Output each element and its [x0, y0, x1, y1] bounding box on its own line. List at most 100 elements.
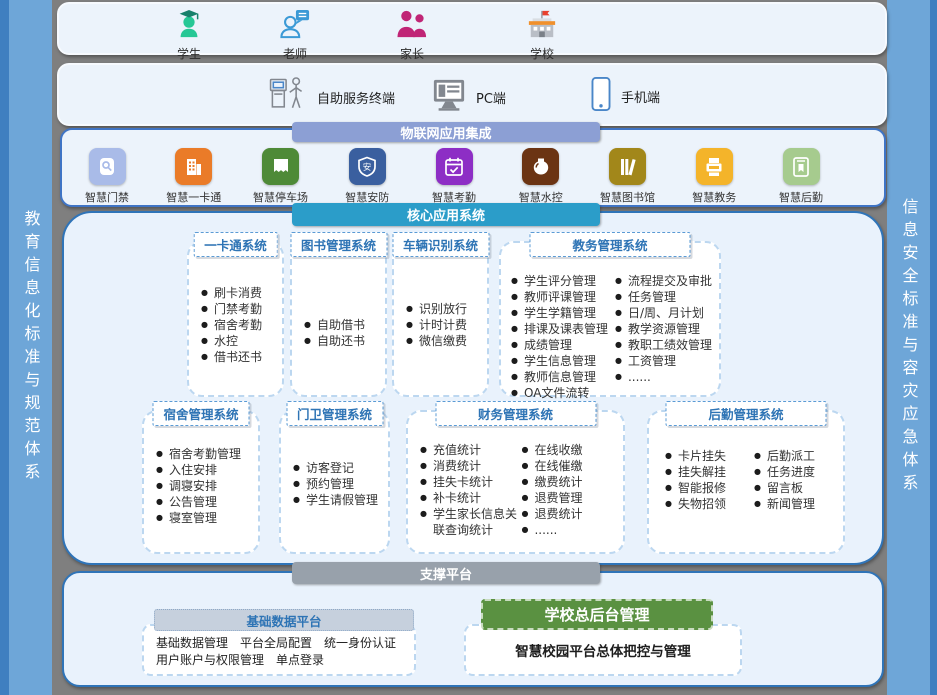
bullet-icon: ●: [522, 522, 529, 538]
smart-campus-architecture-diagram: 教育信息化标准与规范体系 信息安全标准与容灾应急体系 学生 老师 家长: [0, 0, 937, 695]
bullet-icon: ●: [511, 321, 518, 337]
list-item: ●计时计费: [406, 317, 487, 333]
list-item: ●日/周、月计划: [615, 305, 719, 321]
list-item: ● 教师评课管理: [511, 289, 615, 305]
list-item: ●刷卡消费: [201, 285, 282, 301]
parking-icon: [262, 148, 299, 185]
user-role-student: 学生: [174, 9, 204, 62]
student-icon: [174, 9, 204, 43]
left-sidebar-label: 教育信息化标准与规范体系: [19, 210, 43, 486]
bullet-icon: ●: [754, 464, 761, 480]
bullet-icon: ●: [406, 333, 413, 349]
bullet-icon: ●: [511, 289, 518, 305]
system-title: 后勤管理系统: [665, 401, 826, 426]
bullet-icon: ●: [156, 494, 163, 510]
list-item: ●留言板: [754, 480, 843, 496]
list-item-text: 日/周、月计划: [628, 305, 704, 321]
list-item-text: 任务管理: [628, 289, 676, 305]
list-item-text: 留言板: [767, 480, 803, 496]
system-item-list: ●自助借书●自助还书: [292, 243, 385, 349]
list-item-text: 水控: [214, 333, 238, 349]
list-item-text: 充值统计: [433, 442, 481, 458]
bullet-icon: ●: [665, 464, 672, 480]
base-platform-line2: 用户账户与权限管理 单点登录: [156, 652, 410, 669]
list-item-text: ......: [534, 522, 557, 538]
system-box-onecard: 一卡通系统 ●刷卡消费●门禁考勤●宿舍考勤●水控●借书还书: [187, 241, 284, 397]
list-item-text: 寝室管理: [169, 510, 217, 526]
iot-label: 智慧后勤: [779, 189, 823, 205]
list-item: ●缴费统计: [522, 474, 624, 490]
system-item-list: ●识别放行●计时计费●微信缴费: [394, 243, 487, 349]
bullet-icon: ●: [665, 480, 672, 496]
list-item-text: 学生家长信息关联查询统计: [433, 506, 522, 538]
kiosk-icon: [266, 74, 308, 120]
system-title: 图书管理系统: [290, 232, 387, 257]
terminals-panel: 自助服务终端 PC端 手机端: [57, 63, 887, 126]
list-item-text: 访客登记: [306, 460, 354, 476]
user-role-school: 学校: [526, 9, 558, 62]
terminal-kiosk: 自助服务终端: [266, 74, 395, 120]
right-sidebar-label: 信息安全标准与容灾应急体系: [897, 198, 921, 497]
bullet-icon: ●: [665, 496, 672, 512]
bullet-icon: ●: [615, 321, 622, 337]
list-item-text: 教职工绩效管理: [628, 337, 712, 353]
left-sidebar: 教育信息化标准与规范体系: [0, 0, 52, 695]
list-item-text: 在线收缴: [534, 442, 582, 458]
list-item-text: 补卡统计: [433, 490, 481, 506]
system-box-finance: 财务管理系统 ●充值统计●消费统计●挂失卡统计●补卡统计●学生家长信息关联查询统…: [406, 410, 625, 554]
list-item-text: 学生学籍管理: [524, 305, 596, 321]
list-item: ●学生评分管理: [511, 273, 615, 289]
bullet-icon: ●: [615, 273, 622, 289]
system-item-list: ●宿舍考勤管理●入住安排●调寝安排●公告管理●寝室管理: [144, 412, 258, 526]
base-platform-line1: 基础数据管理 平台全局配置 统一身份认证: [156, 635, 410, 652]
system-title: 教务管理系统: [529, 232, 690, 257]
list-item-text: 学生请假管理: [306, 492, 378, 508]
iot-label: 智慧教务: [692, 189, 736, 205]
academic-printer-icon: [696, 148, 733, 185]
user-role-label: 学生: [177, 45, 201, 62]
list-item-text: 新闻管理: [767, 496, 815, 512]
list-item-text: 工资管理: [628, 353, 676, 369]
bullet-icon: ●: [156, 462, 163, 478]
system-box-vehicle: 车辆识别系统 ●识别放行●计时计费●微信缴费: [392, 241, 489, 397]
security-shield-icon: 安: [349, 148, 386, 185]
list-item-text: 智能报修: [678, 480, 726, 496]
list-item-text: 教学资源管理: [628, 321, 700, 337]
user-role-parents: 家长: [395, 9, 429, 62]
list-item: ●新闻管理: [754, 496, 843, 512]
iot-label: 智慧一卡通: [166, 189, 221, 205]
list-item: ● 教学资源管理: [615, 321, 719, 337]
water-control-icon: [522, 148, 559, 185]
system-item-list: ●在线收缴●在线催缴●缴费统计●退费管理●退费统计●......: [522, 442, 624, 538]
school-backend-admin-desc: 智慧校园平台总体把控与管理: [464, 624, 742, 676]
list-item: ●退费统计: [522, 506, 624, 522]
base-data-platform-title: 基础数据平台: [154, 609, 414, 631]
bullet-icon: ●: [293, 460, 300, 476]
list-item-text: 宿舍考勤: [214, 317, 262, 333]
list-item: ●水控: [201, 333, 282, 349]
list-item-text: 宿舍考勤管理: [169, 446, 241, 462]
list-item: ● 智能报修: [665, 480, 754, 496]
bullet-icon: ●: [511, 305, 518, 321]
list-item-text: 失物招领: [678, 496, 726, 512]
list-item-text: 教师评课管理: [524, 289, 596, 305]
attendance-calendar-icon: [436, 148, 473, 185]
bullet-icon: ●: [201, 285, 208, 301]
list-item: ●宿舍考勤管理: [156, 446, 258, 462]
list-item: ●挂失解挂: [665, 464, 754, 480]
system-box-logistics: 后勤管理系统 ●卡片挂失●挂失解挂●智能报修●失物招领 ●后勤派工●任务进度●留…: [647, 410, 845, 554]
list-item: ●后勤派工: [754, 448, 843, 464]
iot-item-logistics: 智慧后勤: [764, 148, 838, 205]
list-item-text: 学生信息管理: [524, 353, 596, 369]
list-item-text: 微信缴费: [419, 333, 467, 349]
user-role-label: 学校: [530, 45, 554, 62]
list-item-text: 自助还书: [317, 333, 365, 349]
parents-icon: [395, 9, 429, 43]
list-item: ●消费统计: [420, 458, 522, 474]
list-item: ●公告管理: [156, 494, 258, 510]
list-item: ●充值统计: [420, 442, 522, 458]
bullet-icon: ●: [293, 492, 300, 508]
list-item-text: 在线催缴: [534, 458, 582, 474]
iot-item-door-access: 智慧门禁: [70, 148, 144, 205]
list-item: ● 访客登记: [293, 460, 388, 476]
